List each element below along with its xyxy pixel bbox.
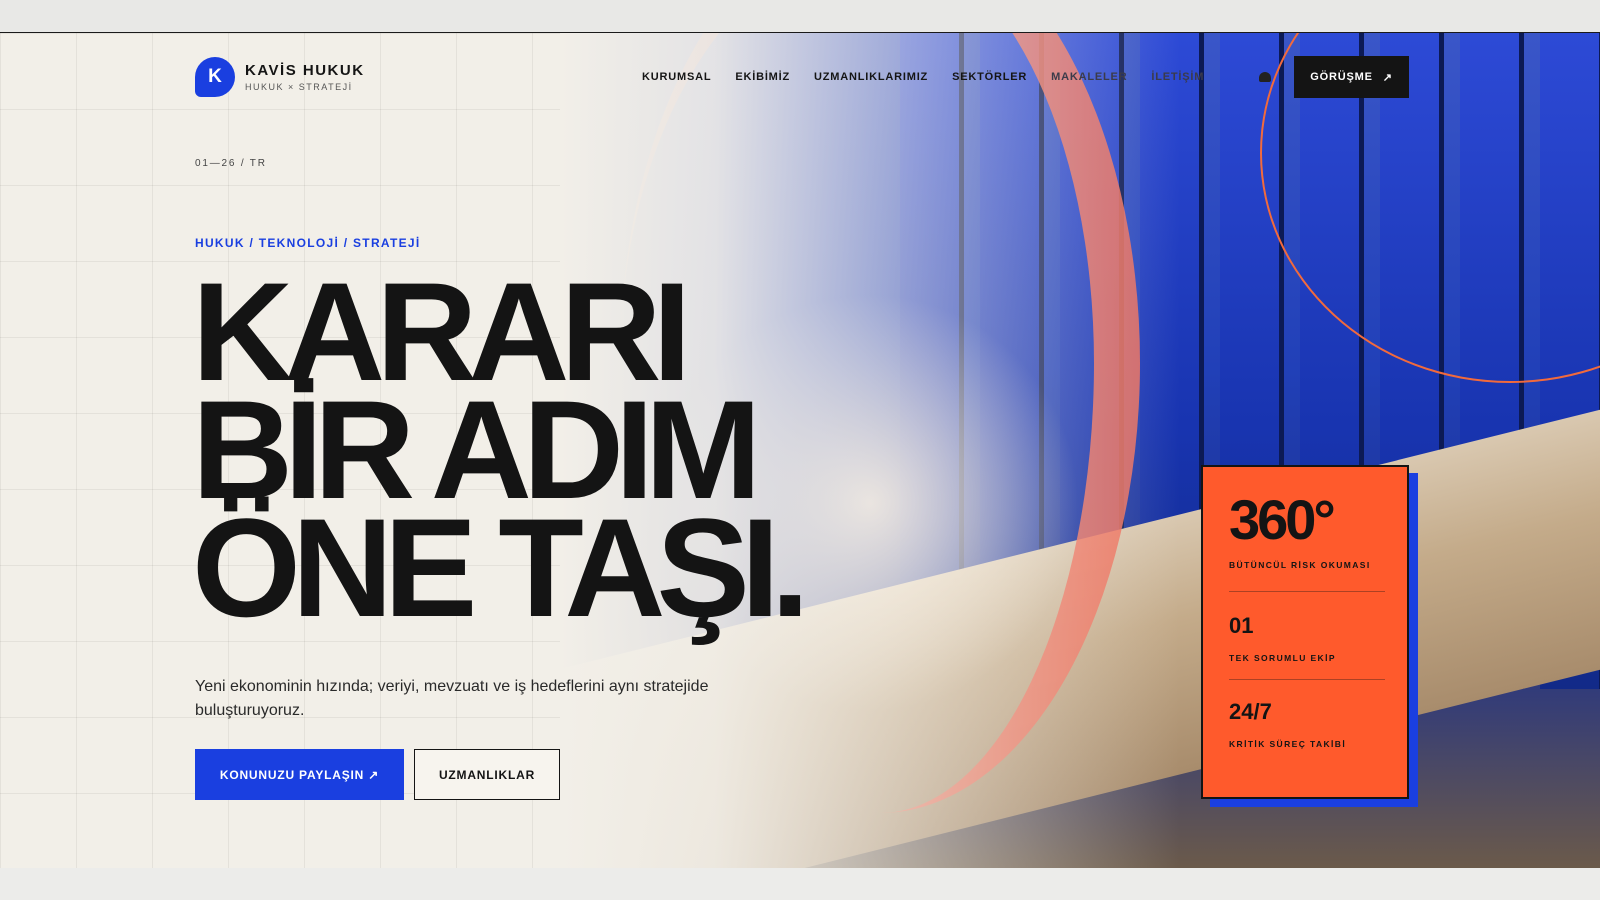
stat-label-2: TEK SORUMLU EKİP <box>1229 653 1336 663</box>
headline-line-3: ÖNE TAŞI. <box>192 489 810 646</box>
expertise-button[interactable]: UZMANLIKLAR <box>414 749 560 800</box>
viewport-bottom-strip <box>0 868 1600 900</box>
nav-item-uzmanliklarimiz[interactable]: UZMANLIKLARIMIZ <box>814 71 928 83</box>
stat-value-3: 24/7 <box>1229 699 1272 724</box>
stat-value-1: 360° <box>1229 488 1336 551</box>
stat-card: 360° BÜTÜNCÜL RİSK OKUMASI 01 TEK SORUML… <box>1201 465 1409 799</box>
stat-divider <box>1229 591 1385 592</box>
stat-divider <box>1229 679 1385 680</box>
hero-section: K KAVİS HUKUK HUKUK × STRATEJİ KURUMSAL … <box>0 32 1600 868</box>
share-topic-button[interactable]: KONUNUZU PAYLAŞIN ↗ <box>195 749 404 800</box>
nav-item-kurumsal[interactable]: KURUMSAL <box>642 71 711 83</box>
nav-item-iletisim[interactable]: İLETİŞİM <box>1151 71 1204 83</box>
main-nav: KURUMSAL EKİBİMİZ UZMANLIKLARIMIZ SEKTÖR… <box>642 71 1228 83</box>
page-meta: 01—26 / TR <box>195 158 267 169</box>
hero-lead: Yeni ekonominin hızında; veriyi, mevzuat… <box>195 678 709 719</box>
stat-label-3: KRİTİK SÜREÇ TAKİBİ <box>1229 739 1347 749</box>
stat-value-2: 01 <box>1229 613 1254 638</box>
stat-label-1: BÜTÜNCÜL RİSK OKUMASI <box>1229 560 1371 570</box>
nav-item-makaleler[interactable]: MAKALELER <box>1051 71 1127 83</box>
theme-toggle-icon[interactable] <box>1259 72 1271 82</box>
brand-name[interactable]: KAVİS HUKUK <box>245 62 365 79</box>
hero-eyebrow: HUKUK / TEKNOLOJİ / STRATEJİ <box>195 236 421 250</box>
meeting-button-label: GÖRÜŞME <box>1310 71 1373 83</box>
nav-item-ekibimiz[interactable]: EKİBİMİZ <box>735 71 790 83</box>
brand-tagline: HUKUK × STRATEJİ <box>245 82 353 92</box>
hero-headline: KARARI BİR ADIM ÖNE TAŞI. <box>192 262 810 646</box>
logo-icon[interactable]: K <box>195 57 235 97</box>
arrow-up-right-icon: ↗ <box>1382 71 1393 84</box>
meeting-button[interactable]: GÖRÜŞME ↗ <box>1294 56 1409 98</box>
nav-item-sektorler[interactable]: SEKTÖRLER <box>952 71 1027 83</box>
